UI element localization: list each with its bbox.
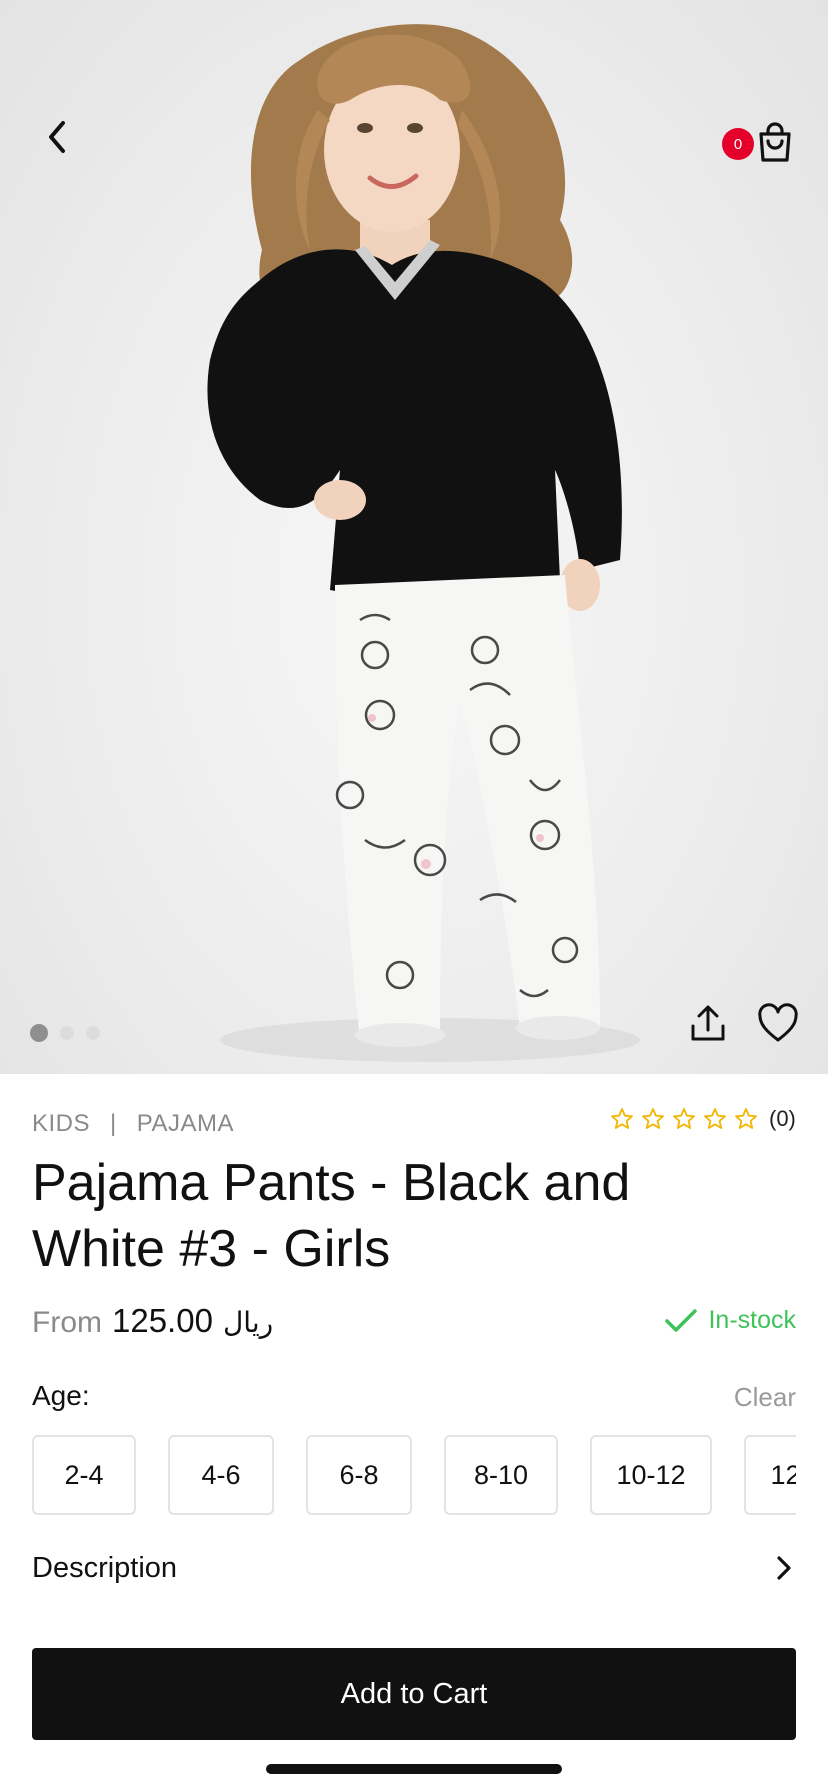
breadcrumb-separator: | xyxy=(110,1110,117,1137)
age-option-4-6[interactable]: 4-6 xyxy=(168,1435,274,1515)
breadcrumb-subcategory[interactable]: PAJAMA xyxy=(137,1110,234,1138)
star-outline-icon xyxy=(611,1108,633,1129)
age-option-10-12[interactable]: 10-12 xyxy=(590,1435,712,1515)
breadcrumb-category[interactable]: KIDS xyxy=(32,1110,90,1138)
stock-status: In-stock xyxy=(664,1306,796,1335)
breadcrumb: KIDS | PAJAMA xyxy=(32,1110,234,1138)
pagination-dot-3[interactable] xyxy=(86,1026,100,1040)
age-option-6-8[interactable]: 6-8 xyxy=(306,1435,412,1515)
heart-icon xyxy=(758,1003,798,1042)
favorite-button[interactable] xyxy=(756,1002,800,1046)
product-title: Pajama Pants - Black and White #3 - Girl… xyxy=(32,1154,631,1278)
image-pagination-dots[interactable] xyxy=(30,1024,100,1042)
back-button[interactable] xyxy=(32,112,82,162)
cart-count-badge: 0 xyxy=(722,128,754,160)
age-options-scroller[interactable]: 2-4 4-6 6-8 8-10 10-12 12-14 xyxy=(32,1435,796,1515)
clear-age-button[interactable]: Clear xyxy=(734,1382,796,1413)
pagination-dot-2[interactable] xyxy=(60,1026,74,1040)
cart-button[interactable]: 0 xyxy=(722,118,798,168)
star-outline-icon xyxy=(704,1108,726,1129)
price-currency: ريال xyxy=(222,1306,274,1339)
star-outline-icon xyxy=(642,1108,664,1129)
star-outline-icon xyxy=(735,1108,757,1129)
rating-count: (0) xyxy=(769,1106,796,1131)
stock-status-text: In-stock xyxy=(708,1306,796,1334)
age-option-8-10[interactable]: 8-10 xyxy=(444,1435,558,1515)
add-to-cart-button[interactable]: Add to Cart xyxy=(32,1648,796,1740)
price-amount: 125.00 xyxy=(112,1302,213,1339)
check-icon xyxy=(665,1308,698,1332)
share-icon xyxy=(691,1005,725,1041)
description-row[interactable]: Description xyxy=(32,1540,796,1596)
pagination-dot-1[interactable] xyxy=(30,1024,48,1042)
chevron-left-icon xyxy=(49,121,65,153)
shopping-bag-icon xyxy=(759,122,791,162)
age-option-12-14[interactable]: 12-14 xyxy=(744,1435,796,1515)
share-button[interactable] xyxy=(686,1002,730,1046)
product-rating[interactable]: (0) xyxy=(610,1106,796,1132)
age-option-2-4[interactable]: 2-4 xyxy=(32,1435,136,1515)
star-outline-icon xyxy=(673,1108,695,1129)
product-image-gallery[interactable]: 0 xyxy=(0,0,828,1074)
product-photo xyxy=(207,24,640,1062)
home-indicator[interactable] xyxy=(266,1764,562,1774)
chevron-right-icon xyxy=(777,1556,791,1580)
age-label: Age: xyxy=(32,1380,90,1411)
price-prefix: From xyxy=(32,1306,102,1339)
description-label: Description xyxy=(32,1551,178,1584)
price-row: From 125.00 ريال xyxy=(32,1302,273,1340)
